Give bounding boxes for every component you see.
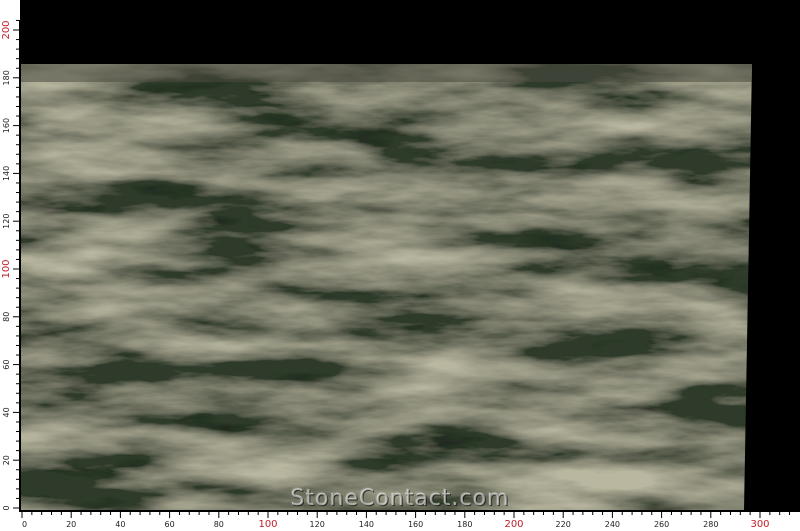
vertical-ruler-label: 60 bbox=[2, 360, 11, 370]
vertical-ruler-label: 200 bbox=[1, 20, 12, 39]
horizontal-ruler-label: 260 bbox=[654, 520, 669, 529]
horizontal-ruler-label: 40 bbox=[115, 520, 125, 529]
horizontal-ruler-label: 80 bbox=[214, 520, 224, 529]
horizontal-ruler-label: 20 bbox=[66, 520, 76, 529]
horizontal-ruler-label: 160 bbox=[408, 520, 423, 529]
photo-stage: 0 20 40 60 80 100 120 140 160 180 200 0 20 40 60 80 100 1… bbox=[0, 0, 800, 531]
vertical-ruler-label: 160 bbox=[2, 118, 11, 133]
vertical-ruler-label: 20 bbox=[2, 455, 11, 465]
horizontal-ruler-label: 240 bbox=[605, 520, 620, 529]
horizontal-ruler-label: 120 bbox=[310, 520, 325, 529]
vertical-ruler-label: 100 bbox=[1, 259, 12, 278]
horizontal-ruler-label: 180 bbox=[457, 520, 472, 529]
horizontal-ruler-label: 280 bbox=[703, 520, 718, 529]
vertical-ruler-label: 80 bbox=[2, 312, 11, 322]
vertical-ruler-label: 120 bbox=[2, 214, 11, 229]
vertical-ruler-label: 0 bbox=[2, 505, 11, 510]
horizontal-ruler-label: 220 bbox=[556, 520, 571, 529]
horizontal-ruler-label: 0 bbox=[22, 520, 27, 529]
horizontal-ruler-label: 140 bbox=[359, 520, 374, 529]
vertical-ruler-label: 180 bbox=[2, 70, 11, 85]
vertical-ruler-label: 40 bbox=[2, 407, 11, 417]
horizontal-ruler-label: 200 bbox=[504, 519, 523, 530]
horizontal-ruler-label: 100 bbox=[258, 519, 277, 530]
horizontal-ruler-label: 300 bbox=[750, 519, 769, 530]
horizontal-ruler-label: 60 bbox=[165, 520, 175, 529]
ruler-overlay: 0 20 40 60 80 100 120 140 160 180 200 0 20 40 60 80 100 1… bbox=[1, 19, 800, 530]
vertical-ruler-label: 140 bbox=[2, 166, 11, 181]
